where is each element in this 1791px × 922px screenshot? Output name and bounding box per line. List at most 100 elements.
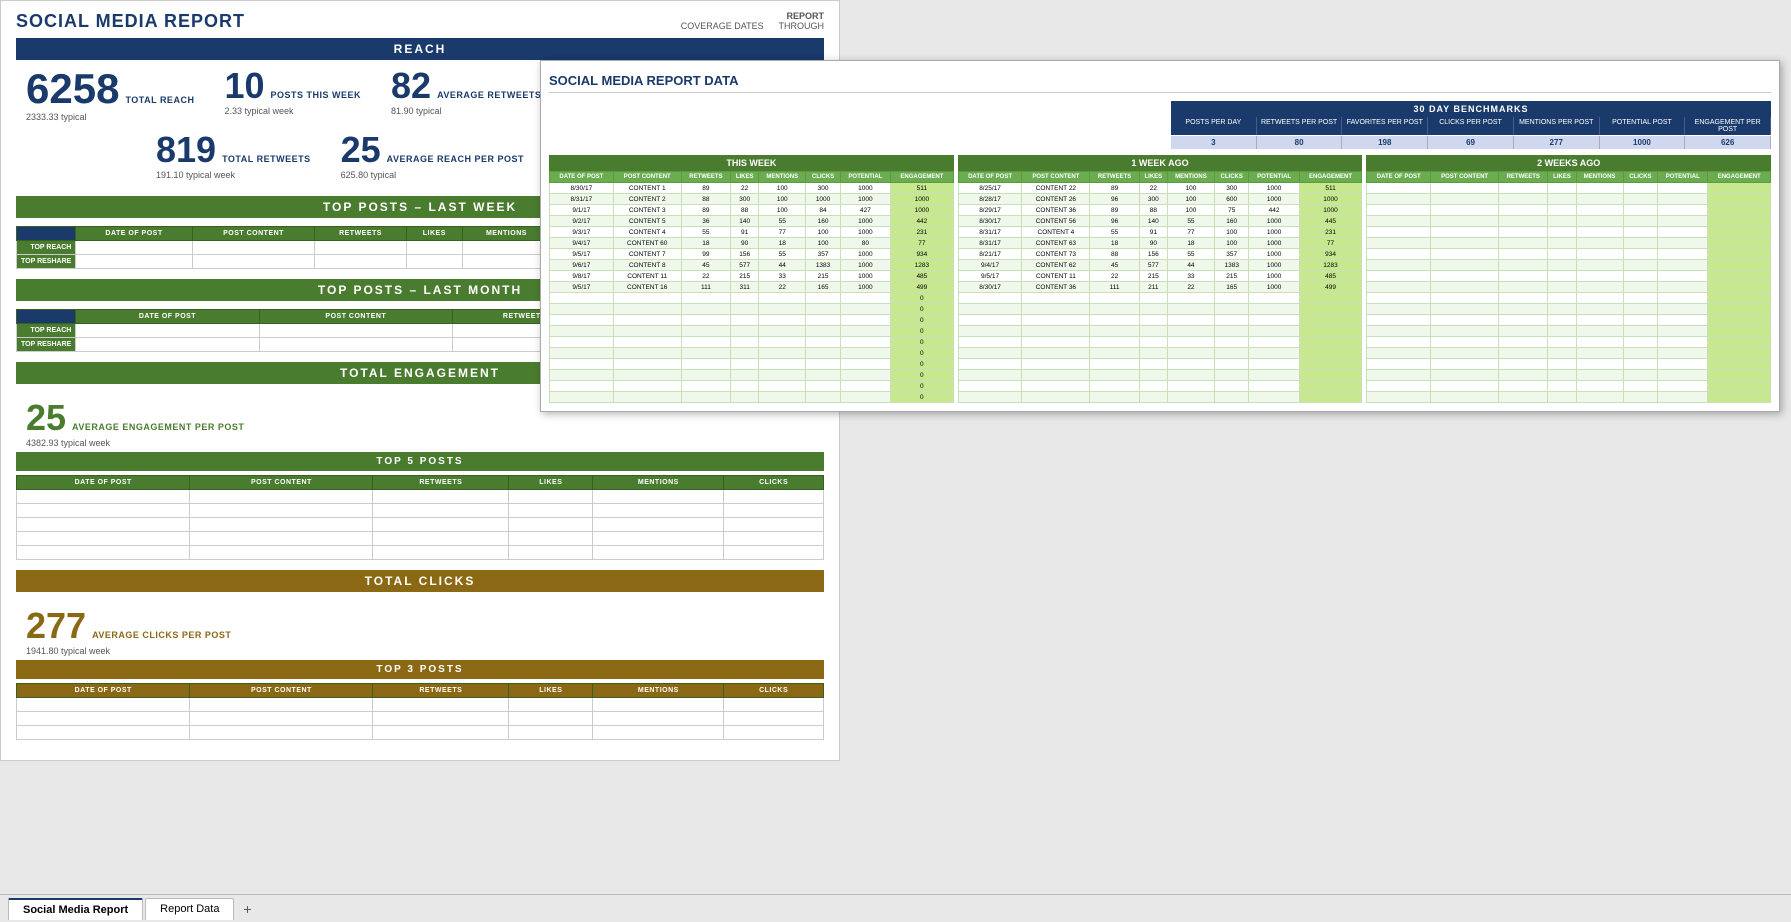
coverage-label: COVERAGE DATES THROUGH bbox=[681, 21, 824, 31]
posts-this-week-typical: 2.33 typical week bbox=[224, 106, 361, 116]
table-row: 8/31/17CONTENT 45591771001000231 bbox=[958, 227, 1362, 238]
table-row bbox=[1367, 337, 1771, 348]
table-row: 0 bbox=[550, 315, 954, 326]
clicks-section: TOTAL CLICKS 277 AVERAGE CLICKS PER POST… bbox=[16, 570, 824, 740]
ow-col5: MENTIONS bbox=[1167, 172, 1214, 183]
bc1: POSTS PER DAY bbox=[1171, 117, 1257, 135]
table-row bbox=[1367, 293, 1771, 304]
clicks-typical: 1941.80 typical week bbox=[26, 646, 814, 656]
table-row: 8/30/17CONTENT 36111211221651000499 bbox=[958, 282, 1362, 293]
ow-col1: DATE OF POST bbox=[958, 172, 1022, 183]
tw2-col8: ENGAGEMENT bbox=[1708, 172, 1771, 183]
top3-header: TOP 3 POSTS bbox=[16, 660, 824, 679]
table-row bbox=[1367, 183, 1771, 194]
t3-col5: MENTIONS bbox=[593, 684, 724, 698]
tw2-col3: RETWEETS bbox=[1499, 172, 1548, 183]
table-row bbox=[1367, 304, 1771, 315]
t3-col2: POST CONTENT bbox=[190, 684, 373, 698]
table-row: 9/2/17CONTENT 536140551601000442 bbox=[550, 216, 954, 227]
data-grid: THIS WEEK DATE OF POST POST CONTENT RETW… bbox=[549, 155, 1771, 403]
table-row: 0 bbox=[550, 348, 954, 359]
table-row bbox=[958, 337, 1362, 348]
bc6: POTENTIAL POST bbox=[1600, 117, 1686, 135]
bv1: 3 bbox=[1171, 136, 1257, 149]
table-row bbox=[1367, 260, 1771, 271]
two-weeks-ago-section: 2 WEEKS AGO DATE OF POST POST CONTENT RE… bbox=[1366, 155, 1771, 403]
table-row bbox=[1367, 216, 1771, 227]
t5-col6: CLICKS bbox=[724, 476, 824, 490]
tw2-col6: CLICKS bbox=[1623, 172, 1657, 183]
table-row: 9/4/17CONTENT 601890181008077 bbox=[550, 238, 954, 249]
table-row bbox=[1367, 271, 1771, 282]
bv7: 626 bbox=[1685, 136, 1771, 149]
avg-engagement-number: 25 bbox=[26, 400, 66, 436]
table-row: 0 bbox=[550, 370, 954, 381]
table-row bbox=[1367, 381, 1771, 392]
table-row: 0 bbox=[550, 304, 954, 315]
meta-label: REPORT bbox=[681, 11, 824, 21]
table-row bbox=[1367, 205, 1771, 216]
col-date2: DATE OF POST bbox=[76, 310, 259, 324]
table-row bbox=[17, 726, 824, 740]
engagement-typical: 4382.93 typical week bbox=[26, 438, 814, 448]
table-row bbox=[17, 490, 824, 504]
table-row: 9/8/17CONTENT 1122215332151000485 bbox=[550, 271, 954, 282]
col-date: DATE OF POST bbox=[76, 227, 192, 241]
ow-col2: POST CONTENT bbox=[1022, 172, 1090, 183]
one-week-ago-header: 1 WEEK AGO bbox=[958, 155, 1363, 171]
report-title: SOCIAL MEDIA REPORT bbox=[16, 11, 245, 32]
benchmark-values: 3 80 198 69 277 1000 626 bbox=[1171, 136, 1771, 149]
bc3: FAVORITES PER POST bbox=[1342, 117, 1428, 135]
t3-col3: RETWEETS bbox=[373, 684, 509, 698]
this-week-header: THIS WEEK bbox=[549, 155, 954, 171]
table-row bbox=[1367, 370, 1771, 381]
tab-social-media-report[interactable]: Social Media Report bbox=[8, 898, 143, 920]
ow-col3: RETWEETS bbox=[1090, 172, 1139, 183]
ow-col4: LIKES bbox=[1139, 172, 1167, 183]
table-row bbox=[17, 698, 824, 712]
total-reach-number: 6258 bbox=[26, 68, 119, 110]
table-row: 0 bbox=[550, 392, 954, 403]
table-row bbox=[17, 712, 824, 726]
t5-col1: DATE OF POST bbox=[17, 476, 190, 490]
table-row bbox=[958, 359, 1362, 370]
avg-clicks-label: AVERAGE CLICKS PER POST bbox=[92, 630, 231, 640]
this-week-table: DATE OF POST POST CONTENT RETWEETS LIKES… bbox=[549, 171, 954, 403]
table-row bbox=[1367, 282, 1771, 293]
tab-add-button[interactable]: + bbox=[236, 898, 258, 920]
t5-col5: MENTIONS bbox=[593, 476, 724, 490]
t5-col4: LIKES bbox=[509, 476, 593, 490]
table-row: 9/5/17CONTENT 1122215332151000485 bbox=[958, 271, 1362, 282]
tw-col1: DATE OF POST bbox=[550, 172, 614, 183]
data-sheet-title: SOCIAL MEDIA REPORT DATA bbox=[549, 69, 1771, 93]
table-row bbox=[17, 504, 824, 518]
col-retweets: RETWEETS bbox=[315, 227, 406, 241]
bc4: CLICKS PER POST bbox=[1428, 117, 1514, 135]
two-weeks-ago-header: 2 WEEKS AGO bbox=[1366, 155, 1771, 171]
tab-report-data[interactable]: Report Data bbox=[145, 898, 234, 920]
table-row bbox=[1367, 194, 1771, 205]
table-row: 8/30/17CONTENT 189221003001000511 bbox=[550, 183, 954, 194]
table-row: 0 bbox=[550, 293, 954, 304]
total-reach-typical: 2333.33 typical bbox=[26, 112, 194, 122]
avg-reach-label: AVERAGE REACH PER POST bbox=[387, 154, 524, 164]
tw-col6: CLICKS bbox=[806, 172, 840, 183]
table-row bbox=[958, 326, 1362, 337]
posts-this-week-number: 10 bbox=[224, 68, 264, 104]
posts-this-week-label: POSTS THIS WEEK bbox=[271, 90, 362, 100]
avg-clicks-number: 277 bbox=[26, 608, 86, 644]
table-row: 8/21/17CONTENT 7388156553571000934 bbox=[958, 249, 1362, 260]
posts-this-week-block: 10 POSTS THIS WEEK 2.33 typical week bbox=[224, 68, 361, 122]
t5-col3: RETWEETS bbox=[373, 476, 509, 490]
t3-col4: LIKES bbox=[509, 684, 593, 698]
benchmarks-cols: POSTS PER DAY RETWEETS PER POST FAVORITE… bbox=[1171, 117, 1771, 136]
bv3: 198 bbox=[1342, 136, 1428, 149]
avg-engagement-label: AVERAGE ENGAGEMENT PER POST bbox=[72, 422, 244, 432]
table-row: 8/31/17CONTENT 288300100100010001000 bbox=[550, 194, 954, 205]
avg-reach-typical: 625.80 typical bbox=[341, 170, 524, 180]
table-row bbox=[958, 293, 1362, 304]
table-row: 9/3/17CONTENT 45591771001000231 bbox=[550, 227, 954, 238]
table-row bbox=[958, 304, 1362, 315]
avg-reach-block: 25 AVERAGE REACH PER POST 625.80 typical bbox=[341, 132, 524, 186]
table-row bbox=[958, 315, 1362, 326]
